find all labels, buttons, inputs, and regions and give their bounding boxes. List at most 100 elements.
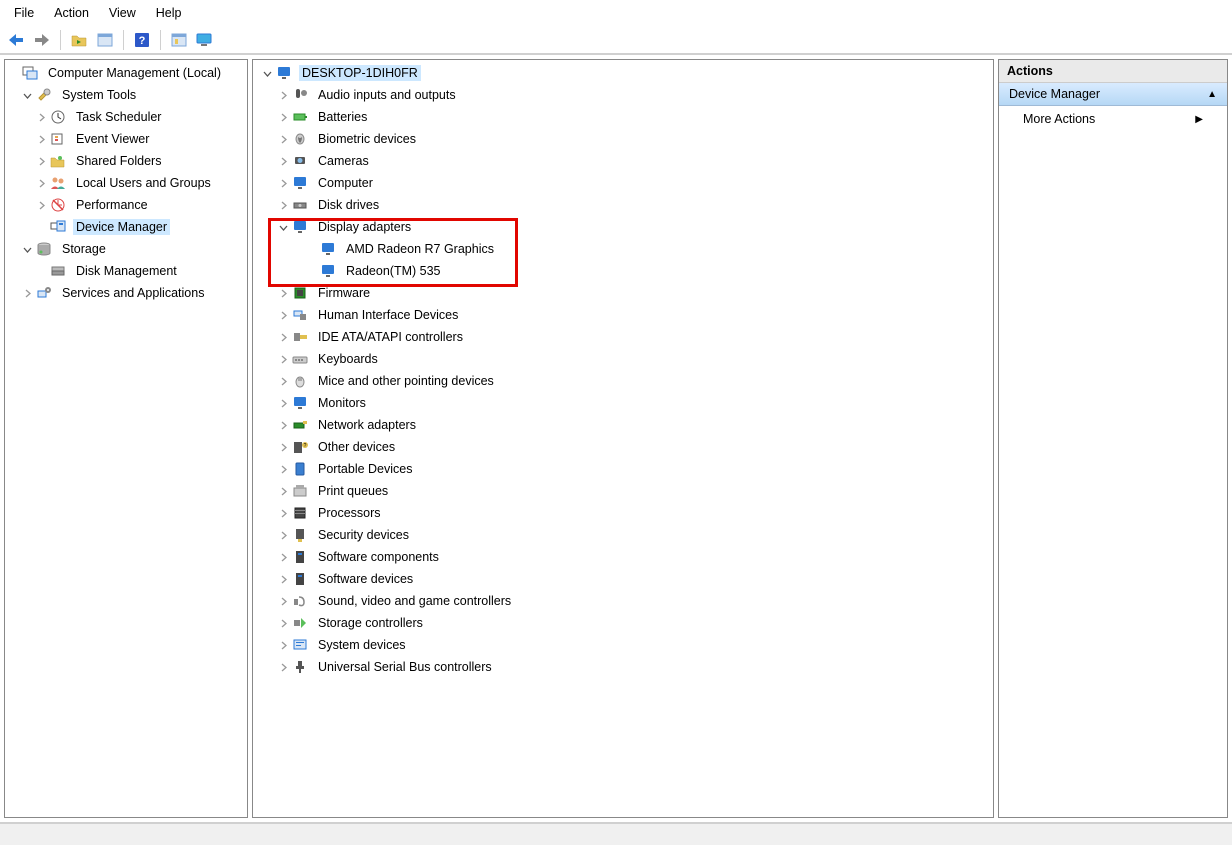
tree-performance[interactable]: Performance <box>6 194 246 216</box>
tree-storage[interactable]: Storage <box>6 238 246 260</box>
device-category[interactable]: Batteries <box>254 106 992 128</box>
statusbar <box>0 823 1232 845</box>
device-category[interactable]: Computer <box>254 172 992 194</box>
menu-help[interactable]: Help <box>146 2 192 24</box>
device-item[interactable]: Radeon(TM) 535 <box>254 260 992 282</box>
tree-shared-folders[interactable]: Shared Folders <box>6 150 246 172</box>
chevron-right-icon[interactable] <box>276 528 291 543</box>
tree-system-tools[interactable]: System Tools <box>6 84 246 106</box>
device-category[interactable]: Biometric devices <box>254 128 992 150</box>
device-category[interactable]: ?Other devices <box>254 436 992 458</box>
actions-section-device-manager[interactable]: Device Manager ▲ <box>999 83 1227 106</box>
tree-root-computer-management[interactable]: Computer Management (Local) <box>6 62 246 84</box>
device-category[interactable]: System devices <box>254 634 992 656</box>
menu-action[interactable]: Action <box>44 2 99 24</box>
chevron-right-icon[interactable] <box>276 396 291 411</box>
device-item[interactable]: AMD Radeon R7 Graphics <box>254 238 992 260</box>
tree-services-apps[interactable]: Services and Applications <box>6 282 246 304</box>
monitor-button[interactable] <box>193 29 217 51</box>
shared-folders-icon <box>49 153 67 169</box>
tree-label: Software devices <box>315 571 416 587</box>
properties-button[interactable] <box>93 29 117 51</box>
device-category[interactable]: Software components <box>254 546 992 568</box>
show-hide-tree-button[interactable] <box>67 29 91 51</box>
device-category[interactable]: Sound, video and game controllers <box>254 590 992 612</box>
chevron-right-icon[interactable] <box>276 506 291 521</box>
device-category[interactable]: Human Interface Devices <box>254 304 992 326</box>
device-category[interactable]: Universal Serial Bus controllers <box>254 656 992 678</box>
chevron-right-icon[interactable] <box>276 440 291 455</box>
chevron-right-icon[interactable] <box>276 352 291 367</box>
device-category[interactable]: Keyboards <box>254 348 992 370</box>
chevron-down-icon[interactable] <box>20 88 35 103</box>
chevron-right-icon[interactable] <box>276 132 291 147</box>
tree-local-users[interactable]: Local Users and Groups <box>6 172 246 194</box>
chevron-right-icon[interactable] <box>276 330 291 345</box>
device-category-icon <box>291 461 309 477</box>
chevron-right-icon[interactable] <box>276 572 291 587</box>
chevron-right-icon[interactable] <box>276 594 291 609</box>
chevron-down-icon[interactable] <box>20 242 35 257</box>
chevron-right-icon[interactable] <box>276 484 291 499</box>
chevron-right-icon[interactable] <box>276 154 291 169</box>
device-category[interactable]: Portable Devices <box>254 458 992 480</box>
chevron-right-icon[interactable] <box>276 374 291 389</box>
chevron-right-icon[interactable] <box>276 660 291 675</box>
tree-task-scheduler[interactable]: Task Scheduler <box>6 106 246 128</box>
device-category[interactable]: Firmware <box>254 282 992 304</box>
device-category[interactable]: Storage controllers <box>254 612 992 634</box>
device-category[interactable]: Cameras <box>254 150 992 172</box>
chevron-right-icon[interactable] <box>34 198 49 213</box>
actions-more-actions[interactable]: More Actions ▶ <box>999 106 1227 132</box>
device-category[interactable]: Software devices <box>254 568 992 590</box>
device-category[interactable]: Print queues <box>254 480 992 502</box>
tree-event-viewer[interactable]: Event Viewer <box>6 128 246 150</box>
device-tree-pane[interactable]: DESKTOP-1DIH0FRAudio inputs and outputsB… <box>252 59 994 818</box>
disk-management-icon <box>49 263 67 279</box>
chevron-right-icon[interactable] <box>276 616 291 631</box>
display-adapter-icon <box>319 241 337 257</box>
chevron-right-icon[interactable] <box>20 286 35 301</box>
chevron-right-icon[interactable] <box>34 176 49 191</box>
menu-view[interactable]: View <box>99 2 146 24</box>
device-category-icon <box>291 637 309 653</box>
device-category[interactable]: Security devices <box>254 524 992 546</box>
nav-back-button[interactable] <box>4 29 28 51</box>
chevron-right-icon[interactable] <box>34 110 49 125</box>
device-host[interactable]: DESKTOP-1DIH0FR <box>254 62 992 84</box>
chevron-right-icon[interactable] <box>276 110 291 125</box>
chevron-right-icon[interactable] <box>276 176 291 191</box>
chevron-right-icon[interactable] <box>276 308 291 323</box>
help-button[interactable]: ? <box>130 29 154 51</box>
chevron-down-icon[interactable] <box>260 66 275 81</box>
tree-device-manager[interactable]: Device Manager <box>6 216 246 238</box>
chevron-right-icon[interactable] <box>276 418 291 433</box>
device-category-icon <box>291 571 309 587</box>
tree-label: Performance <box>73 197 151 213</box>
menu-file[interactable]: File <box>4 2 44 24</box>
device-category[interactable]: Network adapters <box>254 414 992 436</box>
tree-label: IDE ATA/ATAPI controllers <box>315 329 466 345</box>
chevron-right-icon[interactable] <box>276 638 291 653</box>
device-category[interactable]: Disk drives <box>254 194 992 216</box>
chevron-right-icon[interactable] <box>34 132 49 147</box>
tree-label: Cameras <box>315 153 372 169</box>
left-tree-pane[interactable]: Computer Management (Local) System Tools… <box>4 59 248 818</box>
nav-forward-button[interactable] <box>30 29 54 51</box>
tree-disk-management[interactable]: Disk Management <box>6 260 246 282</box>
device-category[interactable]: Processors <box>254 502 992 524</box>
chevron-right-icon[interactable] <box>276 286 291 301</box>
device-category[interactable]: Display adapters <box>254 216 992 238</box>
chevron-right-icon[interactable] <box>34 154 49 169</box>
chevron-right-icon[interactable] <box>276 88 291 103</box>
chevron-down-icon[interactable] <box>276 220 291 235</box>
chevron-right-icon[interactable] <box>276 462 291 477</box>
scan-hardware-button[interactable] <box>167 29 191 51</box>
device-category[interactable]: Monitors <box>254 392 992 414</box>
device-category[interactable]: Mice and other pointing devices <box>254 370 992 392</box>
chevron-right-icon[interactable] <box>276 550 291 565</box>
chevron-right-icon[interactable] <box>276 198 291 213</box>
tree-label: Portable Devices <box>315 461 416 477</box>
device-category[interactable]: Audio inputs and outputs <box>254 84 992 106</box>
device-category[interactable]: IDE ATA/ATAPI controllers <box>254 326 992 348</box>
